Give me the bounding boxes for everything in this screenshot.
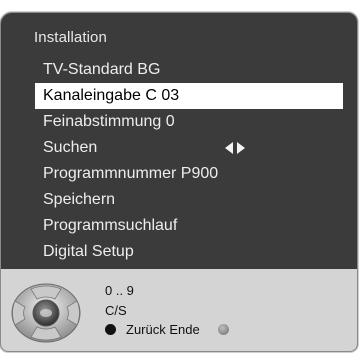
info-icon (217, 324, 229, 335)
remote-dpad-icon (11, 283, 81, 343)
tv-osd-menu: Installation TV-Standard BG Kanaleingabe… (0, 12, 358, 352)
black-dot-icon (105, 324, 116, 335)
menu-item-programmsuchlauf[interactable]: Programmsuchlauf (1, 213, 357, 239)
menu-title: Installation (34, 29, 107, 46)
help-panel: 0 .. 9 C/S Zurück Ende (1, 269, 357, 351)
menu-item-tv-standard[interactable]: TV-Standard BG (1, 57, 357, 83)
menu-item-kanaleingabe[interactable]: Kanaleingabe C 03 (35, 83, 343, 109)
menu-list: TV-Standard BG Kanaleingabe C 03 Feinabs… (1, 57, 357, 265)
menu-item-suchen[interactable]: Suchen (1, 135, 357, 161)
left-right-arrows-icon[interactable] (225, 135, 245, 161)
menu-item-suchen-label: Suchen (43, 139, 98, 156)
menu-item-feinabstimmung[interactable]: Feinabstimmung 0 (1, 109, 357, 135)
help-back-end: Zurück Ende (126, 322, 200, 337)
arrow-left-icon[interactable] (225, 142, 233, 154)
help-cs: C/S (105, 303, 127, 318)
menu-item-digital-setup[interactable]: Digital Setup (1, 239, 357, 265)
arrow-right-icon[interactable] (237, 142, 245, 154)
menu-item-programmnummer[interactable]: Programmnummer P900 (1, 161, 357, 187)
menu-item-speichern[interactable]: Speichern (1, 187, 357, 213)
help-back-row: Zurück Ende (105, 322, 229, 337)
help-digits: 0 .. 9 (105, 283, 134, 298)
